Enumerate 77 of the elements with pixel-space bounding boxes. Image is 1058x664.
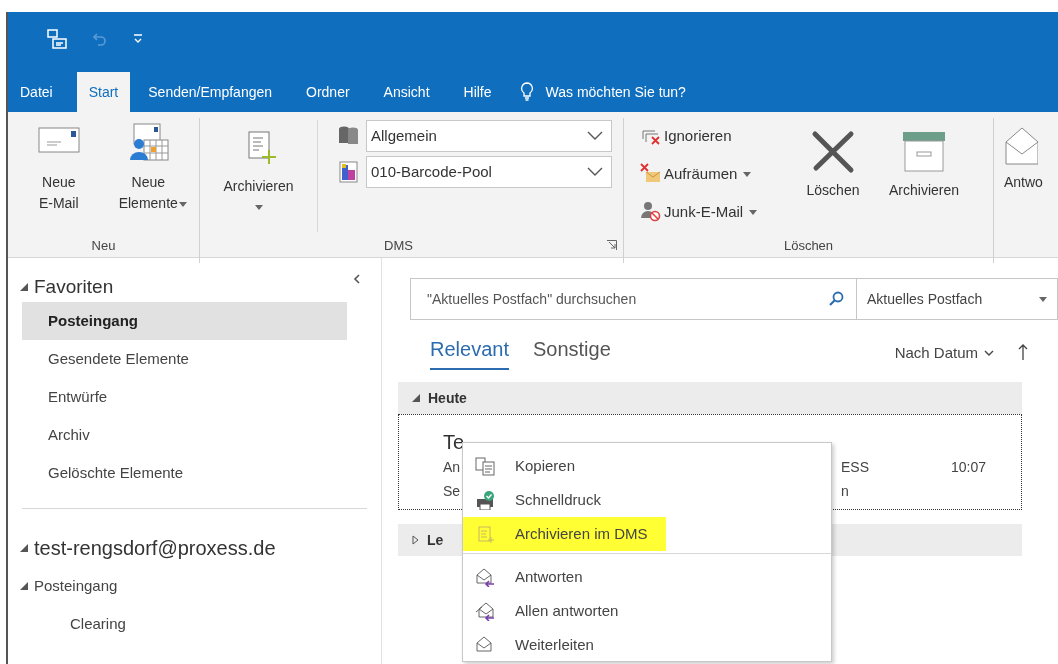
collapse-triangle-icon[interactable] xyxy=(20,283,28,291)
message-text: n xyxy=(841,482,849,501)
reply-button[interactable]: Antwo xyxy=(1004,124,1043,193)
context-menu-item[interactable]: Allen antworten xyxy=(463,594,637,628)
folder-item[interactable]: Gesendete Elemente xyxy=(22,340,347,378)
context-menu-item[interactable]: Weiterleiten xyxy=(463,628,612,662)
dialog-launcher-icon[interactable] xyxy=(607,240,617,251)
dropdown-field[interactable]: Allgemein xyxy=(366,120,612,152)
folder-item[interactable]: Posteingang xyxy=(34,574,118,598)
junk-mail-button[interactable]: Junk-E-Mail xyxy=(640,196,798,228)
group-header-bar[interactable]: Heute xyxy=(398,382,1022,414)
archive-button[interactable]: Archivieren xyxy=(872,120,976,236)
caret-icon xyxy=(1039,296,1047,302)
inbox-tab[interactable]: Sonstige xyxy=(532,330,611,370)
collapse-triangle-icon[interactable] xyxy=(20,544,28,552)
context-menu-item[interactable]: Kopieren xyxy=(463,449,594,483)
search-icon xyxy=(828,291,844,307)
lightbulb-icon xyxy=(519,82,534,102)
new-email-button[interactable]: Neue E-Mail xyxy=(18,122,99,236)
collapse-pane-icon[interactable] xyxy=(353,274,361,284)
sort-dropdown[interactable]: Nach Datum xyxy=(894,336,994,370)
outlook-app-icon[interactable] xyxy=(46,28,68,50)
scope-dropdown[interactable]: Aktuelles Postfach xyxy=(857,279,1057,319)
chevron-down-icon xyxy=(587,131,603,141)
document-plus-icon xyxy=(475,524,495,544)
delete-button[interactable]: Löschen xyxy=(798,120,868,236)
dropdown-field[interactable]: 010-Barcode-Pool xyxy=(366,156,612,188)
message-text: An xyxy=(443,458,461,477)
expand-triangle-icon[interactable] xyxy=(412,535,419,545)
folder-item[interactable]: Archiv xyxy=(22,416,347,454)
reply-all-icon xyxy=(475,601,495,621)
copy-icon xyxy=(475,456,495,476)
collapse-triangle-icon[interactable] xyxy=(412,394,420,402)
folder-item[interactable]: Entwürfe xyxy=(22,378,347,416)
close-icon xyxy=(811,130,855,174)
new-items-button[interactable]: Neue Elemente xyxy=(108,122,189,236)
context-menu-item[interactable]: Schnelldruck xyxy=(463,483,619,517)
forward-icon xyxy=(475,635,495,655)
customize-quick-access-icon[interactable] xyxy=(132,33,144,45)
junk-mail-icon xyxy=(640,201,662,223)
account-header[interactable]: test-rengsdorf@proxess.de xyxy=(34,533,276,563)
reply-icon xyxy=(475,567,495,587)
ribbon-tab[interactable]: Ordner xyxy=(296,72,360,112)
clean-up-button[interactable]: Aufräumen xyxy=(640,158,798,190)
folder-group-header[interactable]: Favoriten xyxy=(34,272,114,302)
message-text: Te xyxy=(443,430,465,455)
ribbon-tab[interactable]: Start xyxy=(76,72,131,112)
ribbon-tab[interactable]: Senden/Empfangen xyxy=(138,72,283,112)
database-icon xyxy=(338,125,360,147)
ignore-button[interactable]: Ignorieren xyxy=(640,120,798,152)
tell-me-search[interactable]: Was möchten Sie tun? xyxy=(545,81,686,103)
chevron-down-icon xyxy=(984,350,994,356)
message-text: 10:07 xyxy=(951,458,987,477)
folder-item[interactable]: Clearing xyxy=(70,612,126,636)
archive-button[interactable]: Archivieren xyxy=(200,120,318,232)
barcode-pool-icon xyxy=(338,161,360,183)
folder-item[interactable]: Posteingang xyxy=(22,302,347,340)
search-bar[interactable]: "Aktuelles Postfach" durchsuchen Aktuelles Postfach xyxy=(410,278,1058,320)
ribbon-tab[interactable]: Ansicht xyxy=(373,72,440,112)
message-text: Se xyxy=(443,482,461,501)
context-menu-item[interactable]: Antworten xyxy=(463,560,601,594)
sort-direction-arrow-icon[interactable] xyxy=(1018,344,1028,360)
message-text: ESS xyxy=(841,458,869,477)
chevron-down-icon xyxy=(587,167,603,177)
printer-icon xyxy=(475,490,495,510)
ribbon-tab[interactable]: Hilfe xyxy=(453,72,502,112)
context-menu-item[interactable]: Archivieren im DMS xyxy=(463,517,666,551)
clean-up-icon xyxy=(640,163,662,185)
ribbon-tab[interactable]: Datei xyxy=(10,72,63,112)
ribbon-group-label: DMS xyxy=(384,236,413,255)
collapse-triangle-icon[interactable] xyxy=(20,582,28,590)
inbox-tab[interactable]: Relevant xyxy=(430,330,509,370)
search-field[interactable]: "Aktuelles Postfach" durchsuchen xyxy=(411,279,828,319)
folder-item[interactable]: Gelöschte Elemente xyxy=(22,454,347,492)
ribbon-group-label: Neu xyxy=(90,236,117,255)
ribbon-group-label: Löschen xyxy=(782,236,835,255)
archive-box-icon xyxy=(900,130,948,174)
